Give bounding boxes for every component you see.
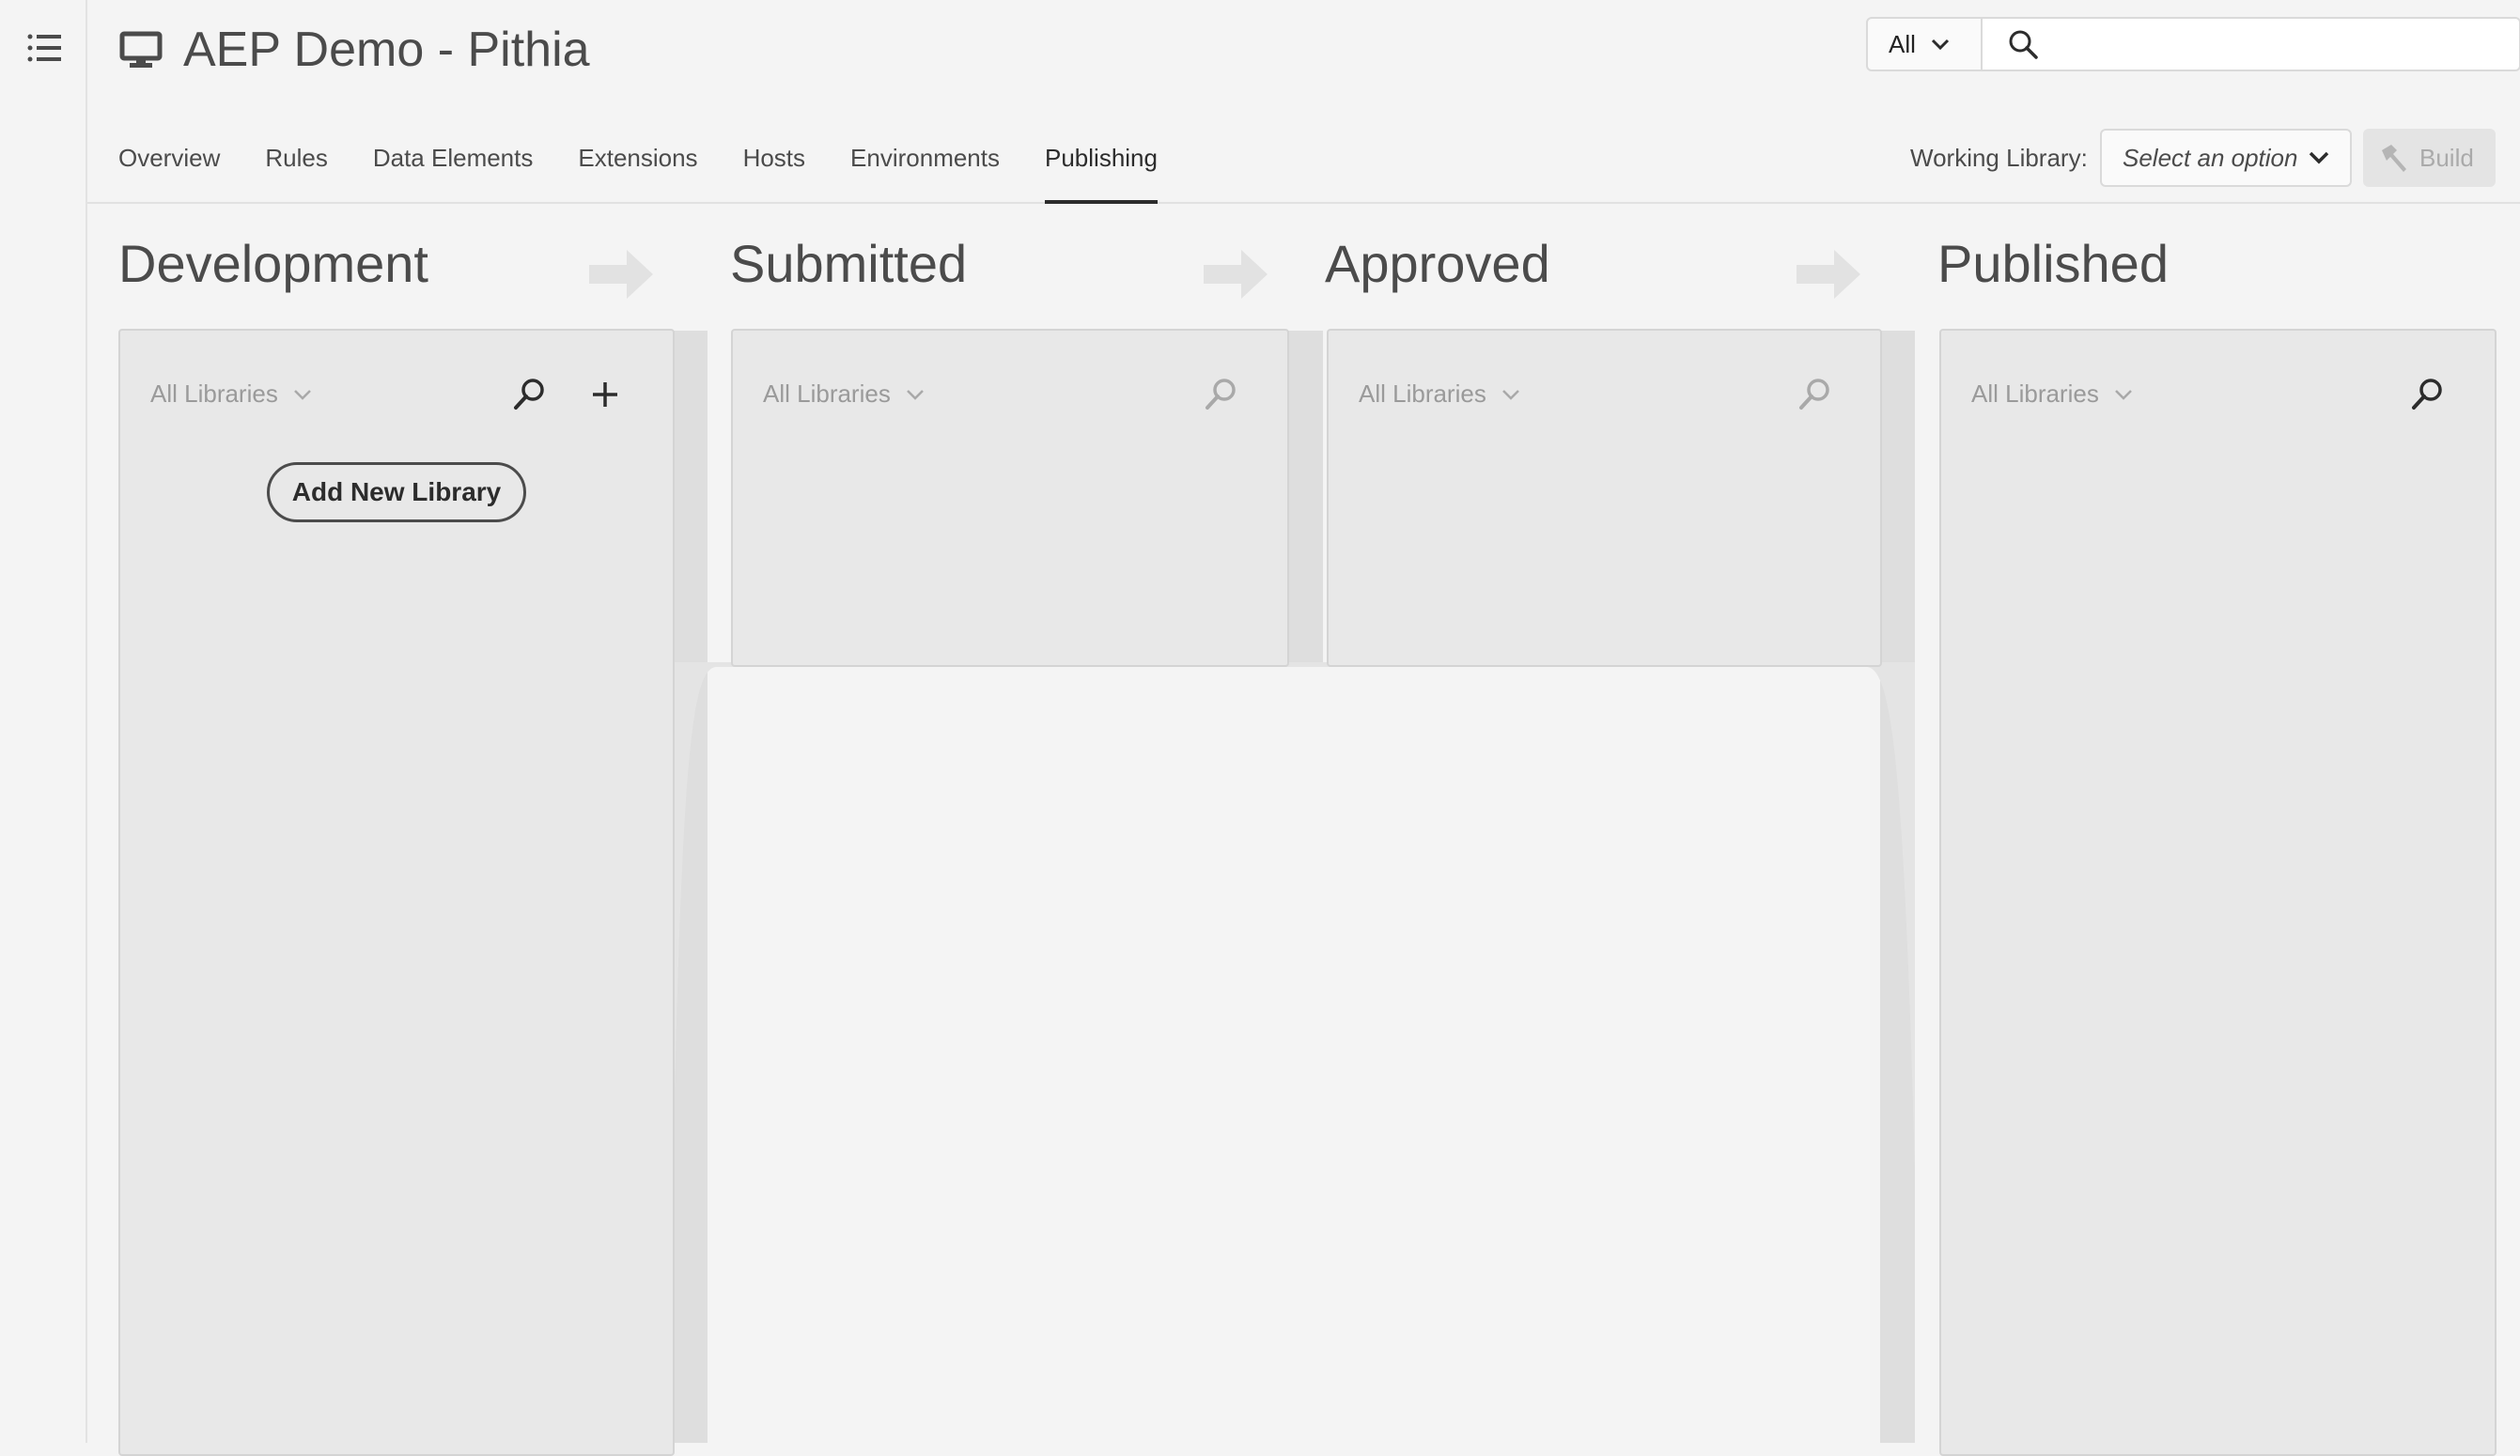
stage-title-development: Development	[118, 234, 428, 293]
library-filter[interactable]: All Libraries	[150, 379, 312, 409]
build-label: Build	[2419, 143, 2474, 172]
published-panel: All Libraries	[1939, 329, 2497, 1456]
search-scope-value: All	[1889, 29, 1916, 58]
search-input[interactable]	[2054, 28, 2519, 60]
chevron-down-icon	[293, 389, 311, 400]
main-area: AEP Demo - Pithia All Overview Rules Dat…	[87, 0, 2520, 1456]
library-filter-label: All Libraries	[1971, 379, 2099, 408]
tab-overview[interactable]: Overview	[118, 130, 220, 202]
arrow-right-icon	[1797, 250, 1860, 299]
add-new-library-button[interactable]: Add New Library	[267, 462, 526, 522]
global-search: All	[1866, 17, 2520, 75]
working-library-select[interactable]: Select an option	[2100, 129, 2352, 187]
tab-extensions[interactable]: Extensions	[578, 130, 697, 202]
arrow-right-icon	[589, 250, 653, 299]
page-title: AEP Demo - Pithia	[183, 23, 590, 77]
search-icon[interactable]	[2409, 376, 2447, 413]
stage-title-approved: Approved	[1325, 234, 1550, 293]
chevron-down-icon	[906, 389, 924, 400]
stage-title-submitted: Submitted	[730, 234, 968, 293]
library-filter-label: All Libraries	[763, 379, 891, 408]
chevron-down-icon	[2309, 151, 2329, 164]
build-button[interactable]: Build	[2363, 129, 2496, 187]
working-library-placeholder: Select an option	[2123, 143, 2298, 172]
list-icon[interactable]	[27, 32, 61, 64]
chevron-down-icon	[1931, 39, 1949, 50]
side-rail	[0, 0, 87, 1443]
working-library-label: Working Library:	[1910, 144, 2088, 172]
library-filter-label: All Libraries	[1359, 379, 1486, 408]
chevron-down-icon	[1501, 389, 1519, 400]
library-filter[interactable]: All Libraries	[763, 379, 925, 409]
stage-title-published: Published	[1937, 234, 2169, 293]
tab-data-elements[interactable]: Data Elements	[373, 130, 534, 202]
header: AEP Demo - Pithia All Overview Rules Dat…	[87, 0, 2520, 204]
search-icon[interactable]	[511, 376, 549, 413]
development-panel: All Libraries Add New Library	[118, 329, 675, 1456]
search-icon[interactable]	[1797, 376, 1834, 413]
arrow-right-icon	[1204, 250, 1268, 299]
pipeline-curve	[673, 662, 1915, 1169]
tab-hosts[interactable]: Hosts	[743, 130, 805, 202]
tab-publishing[interactable]: Publishing	[1045, 130, 1158, 204]
library-filter-label: All Libraries	[150, 379, 278, 408]
tab-rules[interactable]: Rules	[265, 130, 327, 202]
property-title-area: AEP Demo - Pithia	[119, 19, 590, 81]
search-icon[interactable]	[1203, 376, 1240, 413]
chevron-down-icon	[2114, 389, 2132, 400]
search-icon	[2009, 30, 2038, 59]
approved-panel: All Libraries	[1327, 329, 1882, 667]
hammer-icon	[2382, 145, 2406, 172]
library-filter[interactable]: All Libraries	[1971, 379, 2133, 409]
panel-connector	[1287, 331, 1323, 667]
library-filter[interactable]: All Libraries	[1359, 379, 1520, 409]
tab-environments[interactable]: Environments	[850, 130, 1000, 202]
submitted-panel: All Libraries	[731, 329, 1289, 667]
desktop-icon	[119, 31, 163, 68]
search-box	[1983, 17, 2520, 71]
search-scope-select[interactable]: All	[1866, 17, 1983, 71]
add-icon[interactable]	[586, 376, 624, 413]
tab-bar: Overview Rules Data Elements Extensions …	[118, 130, 1203, 204]
